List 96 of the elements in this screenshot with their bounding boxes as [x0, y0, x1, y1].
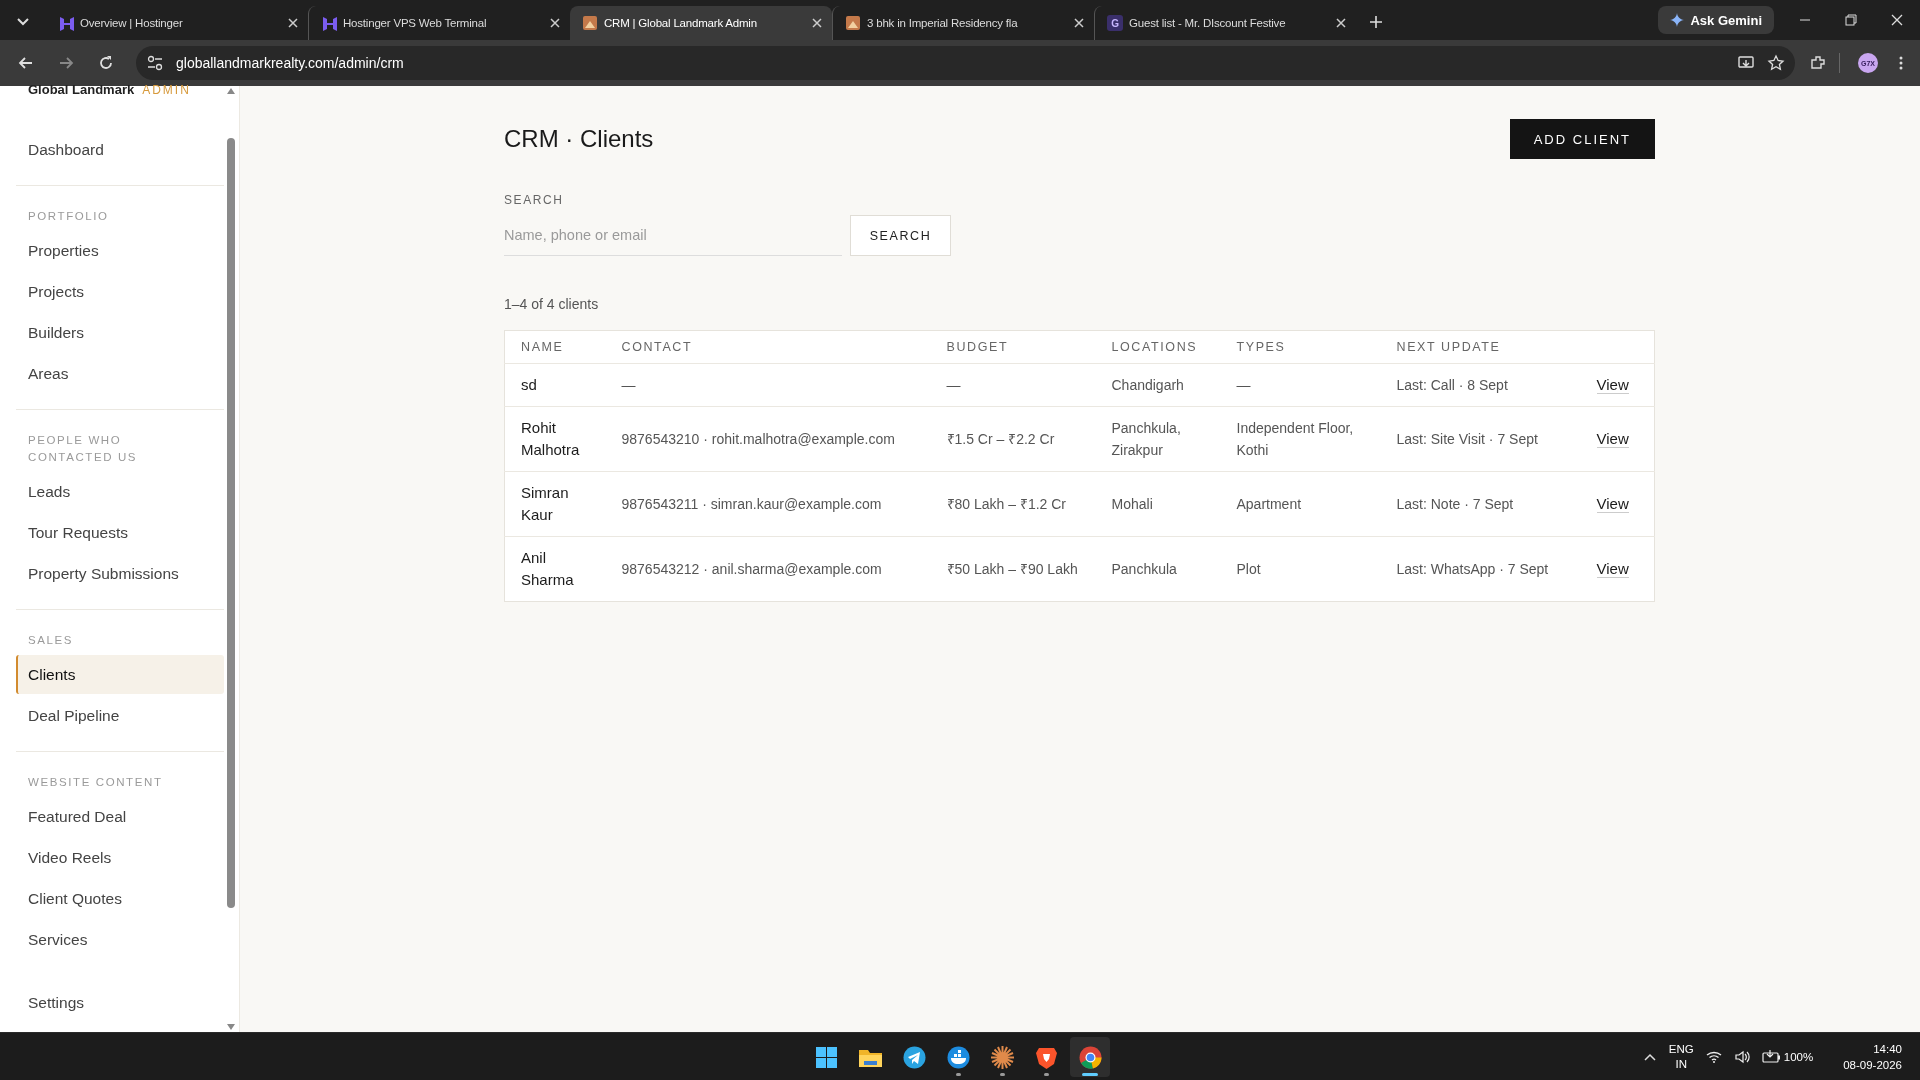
- browser-tab[interactable]: Overview | Hostinger: [46, 6, 308, 40]
- sparkle-icon: [1670, 13, 1685, 27]
- nav-item[interactable]: Tour Requests: [16, 513, 224, 552]
- column-header: BUDGET: [934, 330, 1100, 364]
- table-cell: Independent Floor, Kothi: [1224, 406, 1385, 472]
- section-label: SALES: [27, 633, 75, 648]
- wifi-icon[interactable]: [1705, 1049, 1722, 1064]
- restore-icon[interactable]: [1844, 13, 1858, 27]
- close-icon[interactable]: [810, 16, 824, 30]
- battery-percent: 100%: [1783, 1050, 1814, 1063]
- favicon-letter: G: [1107, 15, 1123, 31]
- brand-name[interactable]: Global Landmark: [28, 82, 135, 97]
- site-settings-icon[interactable]: [146, 54, 164, 72]
- new-tab-icon[interactable]: [1368, 14, 1384, 30]
- nav-item[interactable]: Areas: [16, 354, 224, 393]
- address-bar[interactable]: globallandmarkrealty.com/admin/crm: [136, 46, 1795, 80]
- clock[interactable]: 14:40 08-09-2026: [1843, 1040, 1902, 1073]
- table-cell: Plot: [1224, 536, 1385, 602]
- nav-item[interactable]: Clients: [16, 655, 224, 694]
- table-cell: ₹80 Lakh – ₹1.2 Cr: [934, 471, 1100, 537]
- table-cell: ₹50 Lakh – ₹90 Lakh: [934, 536, 1100, 602]
- close-window-icon[interactable]: [1890, 13, 1904, 27]
- search-field[interactable]: Name, phone or email: [504, 215, 842, 256]
- table-cell: Anil Sharma: [504, 536, 610, 602]
- column-header: CONTACT: [609, 330, 935, 364]
- ask-gemini-button[interactable]: Ask Gemini: [1658, 6, 1774, 34]
- view-link[interactable]: View: [1596, 376, 1629, 394]
- column-header: LOCATIONS: [1099, 330, 1225, 364]
- table-cell: Panchkula: [1099, 536, 1225, 602]
- table-cell: Last: Call · 8 Sept: [1384, 363, 1585, 407]
- nav-item[interactable]: Property Submissions: [16, 554, 224, 593]
- close-icon[interactable]: [1072, 16, 1086, 30]
- search-label: SEARCH: [504, 193, 565, 207]
- bookmark-star-icon[interactable]: [1767, 54, 1785, 72]
- windows-start-icon: [813, 1044, 839, 1070]
- table-cell: Simran Kaur: [504, 471, 610, 537]
- speaker-icon[interactable]: [1733, 1048, 1750, 1065]
- chrome-icon: [1077, 1044, 1103, 1070]
- section-label: PEOPLE WHO CONTACTED US: [27, 433, 139, 465]
- table-cell: —: [609, 363, 935, 407]
- result-count: 1–4 of 4 clients: [504, 296, 600, 312]
- close-icon[interactable]: [1334, 16, 1348, 30]
- table-cell: Mohali: [1099, 471, 1225, 537]
- table-cell: 9876543211 · simran.kaur@example.com: [609, 471, 935, 537]
- table-cell: Panchkula, Zirakpur: [1099, 406, 1225, 472]
- house-favicon-icon: [845, 15, 861, 31]
- extensions-icon[interactable]: [1809, 54, 1827, 72]
- reload-icon: [97, 54, 115, 72]
- column-header: NAME: [504, 330, 610, 364]
- starburst-icon: [989, 1044, 1015, 1070]
- view-link[interactable]: View: [1596, 495, 1629, 513]
- table-cell: 9876543210 · rohit.malhotra@example.com: [609, 406, 935, 472]
- table-cell: Chandigarh: [1099, 363, 1225, 407]
- column-header: NEXT UPDATE: [1384, 330, 1585, 364]
- nav-item[interactable]: Video Reels: [16, 838, 224, 877]
- table-cell: —: [1224, 363, 1385, 407]
- nav-item[interactable]: Settings: [16, 983, 224, 1022]
- table-cell: Last: WhatsApp · 7 Sept: [1384, 536, 1585, 602]
- nav-item[interactable]: Dashboard: [16, 130, 224, 169]
- browser-tab[interactable]: CRM | Global Landmark Admin: [570, 6, 832, 40]
- nav-item[interactable]: Deal Pipeline: [16, 696, 224, 735]
- table-cell: —: [934, 363, 1100, 407]
- hostinger-logo-icon: [58, 15, 74, 31]
- table-cell: Last: Site Visit · 7 Sept: [1384, 406, 1585, 472]
- view-link[interactable]: View: [1596, 430, 1629, 448]
- search-button[interactable]: SEARCH: [850, 215, 951, 256]
- nav-item[interactable]: Builders: [16, 313, 224, 352]
- section-label: WEBSITE CONTENT: [27, 775, 164, 790]
- close-icon[interactable]: [286, 16, 300, 30]
- table-cell: Last: Note · 7 Sept: [1384, 471, 1585, 537]
- whale-icon: [945, 1044, 971, 1070]
- column-header: TYPES: [1224, 330, 1385, 364]
- battery-charging-icon[interactable]: [1761, 1049, 1781, 1064]
- language-indicator[interactable]: ENG IN: [1668, 1041, 1694, 1072]
- nav-item[interactable]: Featured Deal: [16, 797, 224, 836]
- paper-plane-icon: [901, 1044, 927, 1070]
- table-cell: 9876543212 · anil.sharma@example.com: [609, 536, 935, 602]
- table-cell: Rohit Malhotra: [504, 406, 610, 472]
- nav-item[interactable]: Leads: [16, 472, 224, 511]
- hostinger-logo-icon: [321, 15, 337, 31]
- section-label: PORTFOLIO: [27, 209, 110, 224]
- add-client-button[interactable]: ADD CLIENT: [1509, 119, 1655, 159]
- nav-item[interactable]: Client Quotes: [16, 879, 224, 918]
- nav-item[interactable]: Projects: [16, 272, 224, 311]
- table-cell: ₹1.5 Cr – ₹2.2 Cr: [934, 406, 1100, 472]
- house-favicon-icon: [582, 15, 598, 31]
- view-link[interactable]: View: [1596, 560, 1629, 578]
- nav-item[interactable]: Properties: [16, 231, 224, 270]
- table-cell: sd: [504, 363, 610, 407]
- nav-item[interactable]: Services: [16, 920, 224, 959]
- page-title: CRM · Clients: [504, 125, 654, 153]
- taskbar-app[interactable]: [1070, 1037, 1110, 1077]
- table-cell: Apartment: [1224, 471, 1385, 537]
- scrollbar-thumb[interactable]: [227, 138, 235, 908]
- brand-tag: ADMIN: [142, 83, 191, 97]
- close-icon[interactable]: [548, 16, 562, 30]
